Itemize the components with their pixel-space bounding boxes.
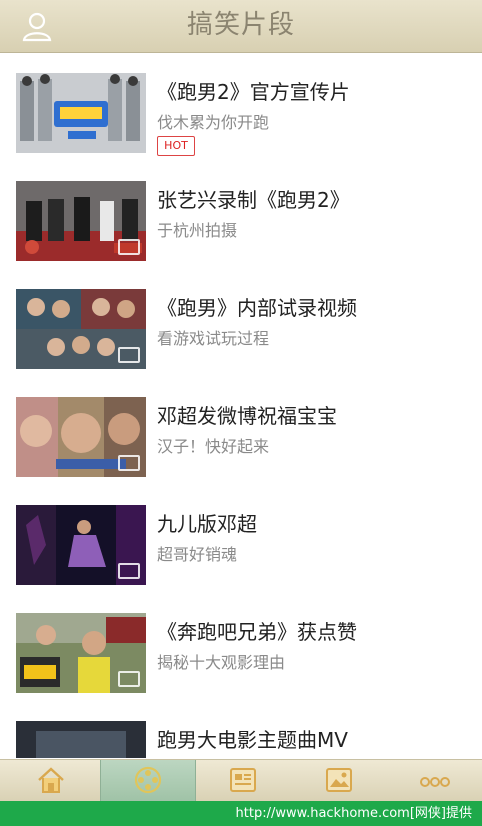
video-icon bbox=[118, 563, 140, 579]
item-subtitle: 于杭州拍摄 bbox=[157, 221, 238, 240]
tab-news[interactable] bbox=[196, 760, 290, 802]
header-bar: 搞笑片段 bbox=[0, 0, 482, 53]
item-title: 邓超发微博祝福宝宝 bbox=[157, 404, 337, 428]
list-item[interactable]: 《跑男2》官方宣传片 伐木累为你开跑 HOT bbox=[0, 58, 482, 167]
video-icon bbox=[118, 671, 140, 687]
item-title: 九儿版邓超 bbox=[157, 512, 257, 536]
video-thumbnail bbox=[16, 505, 146, 585]
bottom-tab-bar bbox=[0, 759, 482, 802]
video-thumbnail bbox=[16, 181, 146, 261]
picture-icon bbox=[326, 768, 352, 792]
video-thumbnail bbox=[16, 613, 146, 693]
video-thumbnail bbox=[16, 73, 146, 153]
video-icon bbox=[118, 239, 140, 255]
list-item[interactable]: 邓超发微博祝福宝宝 汉子！快好起来 bbox=[0, 382, 482, 491]
item-title: 《奔跑吧兄弟》获点赞 bbox=[157, 620, 357, 644]
more-icon bbox=[420, 777, 450, 787]
list-item[interactable]: 《跑男》内部试录视频 看游戏试玩过程 bbox=[0, 274, 482, 383]
film-reel-icon bbox=[134, 766, 162, 794]
video-thumbnail bbox=[16, 289, 146, 369]
tab-pictures[interactable] bbox=[292, 760, 386, 802]
list-item[interactable]: 《奔跑吧兄弟》获点赞 揭秘十大观影理由 bbox=[0, 598, 482, 707]
tab-more[interactable] bbox=[388, 760, 482, 802]
item-subtitle: 伐木累为你开跑 bbox=[157, 113, 270, 132]
tab-clips[interactable] bbox=[100, 760, 196, 802]
hot-badge: HOT bbox=[157, 136, 195, 156]
item-title: 跑男大电影主题曲MV bbox=[157, 728, 348, 752]
item-title: 《跑男》内部试录视频 bbox=[157, 296, 357, 320]
item-subtitle: 看游戏试玩过程 bbox=[157, 329, 270, 348]
video-icon bbox=[118, 347, 140, 363]
list-item[interactable]: 跑男大电影主题曲MV bbox=[0, 706, 482, 758]
video-icon bbox=[118, 455, 140, 471]
video-thumbnail bbox=[16, 721, 146, 758]
video-list: 《跑男2》官方宣传片 伐木累为你开跑 HOT 张艺兴录制《跑男2》 于杭州拍摄 bbox=[0, 58, 482, 758]
news-icon bbox=[230, 768, 256, 792]
item-title: 张艺兴录制《跑男2》 bbox=[157, 188, 350, 212]
watermark-banner: http://www.hackhome.com[网侠]提供 bbox=[0, 801, 482, 826]
item-subtitle: 汉子！快好起来 bbox=[157, 437, 270, 456]
tab-home[interactable] bbox=[4, 760, 98, 802]
item-subtitle: 超哥好销魂 bbox=[157, 545, 238, 564]
item-title: 《跑男2》官方宣传片 bbox=[157, 80, 350, 104]
list-item[interactable]: 九儿版邓超 超哥好销魂 bbox=[0, 490, 482, 599]
item-subtitle: 揭秘十大观影理由 bbox=[157, 653, 286, 672]
video-thumbnail bbox=[16, 397, 146, 477]
list-item[interactable]: 张艺兴录制《跑男2》 于杭州拍摄 bbox=[0, 166, 482, 275]
page-title: 搞笑片段 bbox=[186, 10, 295, 40]
home-icon bbox=[38, 767, 64, 793]
